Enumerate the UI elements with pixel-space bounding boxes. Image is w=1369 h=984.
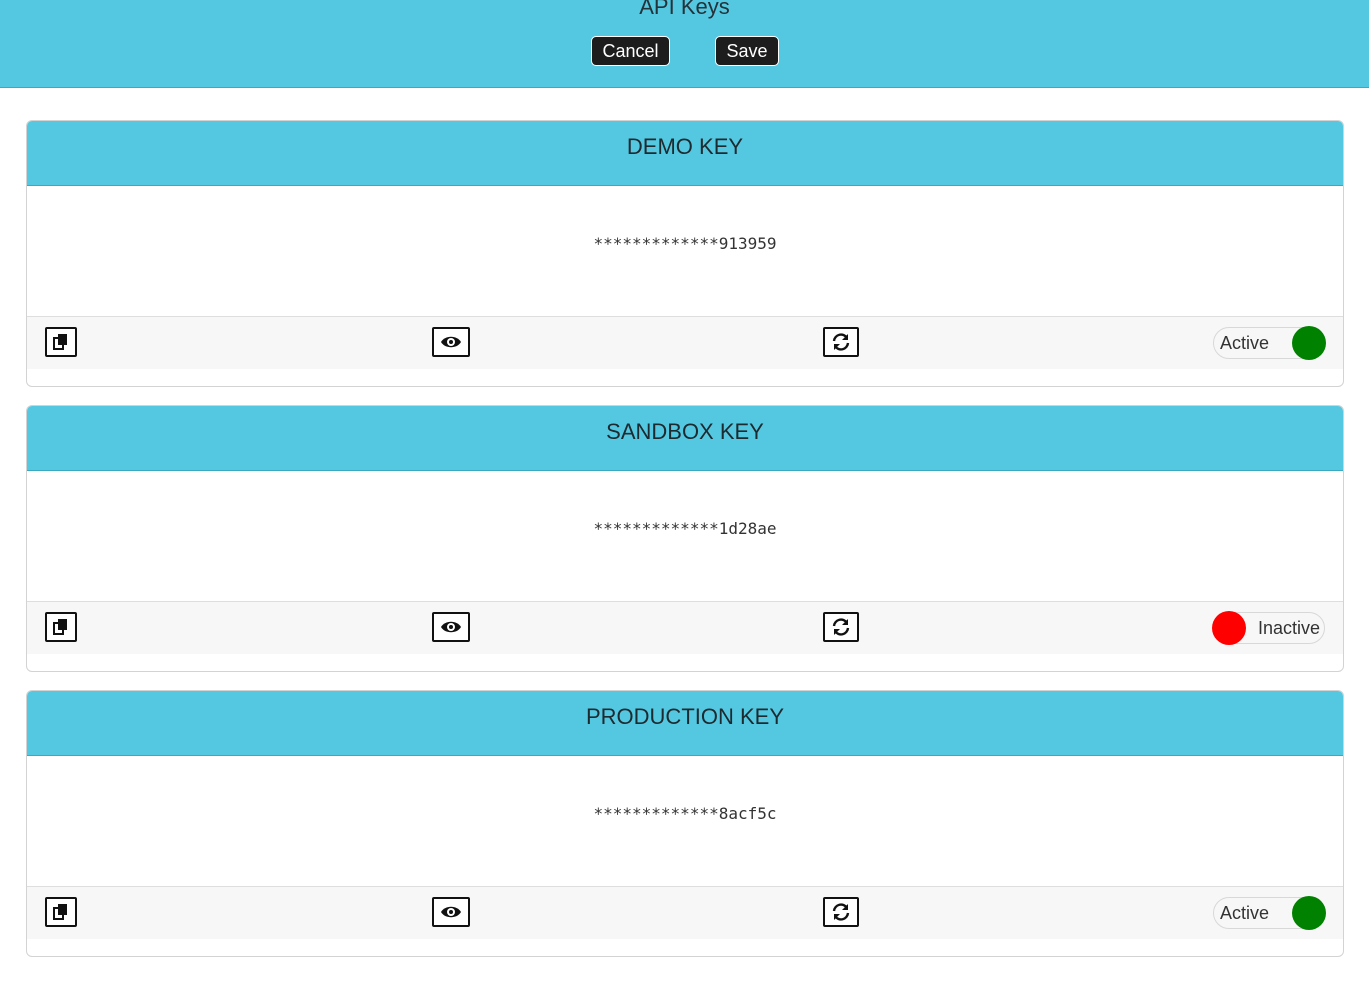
key-card-actions: Active xyxy=(27,887,1343,939)
eye-icon xyxy=(441,336,461,348)
copy-key-button[interactable] xyxy=(45,327,77,357)
regenerate-key-button[interactable] xyxy=(823,327,859,357)
key-card-body: *************8acf5c xyxy=(27,756,1343,887)
status-label: Inactive xyxy=(1257,618,1320,638)
api-key-card: DEMO KEY *************913959 Active xyxy=(26,120,1344,387)
refresh-icon xyxy=(832,903,850,921)
eye-icon xyxy=(441,906,461,918)
show-key-button[interactable] xyxy=(432,897,470,927)
refresh-icon xyxy=(832,618,850,636)
eye-icon xyxy=(441,621,461,633)
key-card-actions: Inactive xyxy=(27,602,1343,654)
page-title: API Keys xyxy=(639,0,730,19)
status-label: Active xyxy=(1220,333,1270,353)
api-key-card: SANDBOX KEY *************1d28ae Inactive xyxy=(26,405,1344,672)
copy-key-button[interactable] xyxy=(45,897,77,927)
status-toggle[interactable]: Inactive xyxy=(1212,611,1325,645)
key-card-title: PRODUCTION KEY xyxy=(27,691,1343,756)
cancel-button[interactable]: Cancel xyxy=(591,36,670,66)
key-card-body: *************913959 xyxy=(27,186,1343,317)
key-card-title: DEMO KEY xyxy=(27,121,1343,186)
copy-key-button[interactable] xyxy=(45,612,77,642)
regenerate-key-button[interactable] xyxy=(823,612,859,642)
save-button[interactable]: Save xyxy=(715,36,779,66)
top-bar: API Keys Cancel Save xyxy=(0,0,1369,88)
toggle-knob xyxy=(1292,896,1326,930)
show-key-button[interactable] xyxy=(432,327,470,357)
refresh-icon xyxy=(832,333,850,351)
status-toggle[interactable]: Active xyxy=(1213,896,1326,930)
status-label: Active xyxy=(1220,903,1270,923)
api-key-card: PRODUCTION KEY *************8acf5c Activ… xyxy=(26,690,1344,957)
masked-key-value: *************913959 xyxy=(593,234,777,253)
regenerate-key-button[interactable] xyxy=(823,897,859,927)
show-key-button[interactable] xyxy=(432,612,470,642)
masked-key-value: *************1d28ae xyxy=(593,519,777,538)
status-toggle[interactable]: Active xyxy=(1213,326,1326,360)
masked-key-value: *************8acf5c xyxy=(593,804,777,823)
key-card-actions: Active xyxy=(27,317,1343,369)
key-card-body: *************1d28ae xyxy=(27,471,1343,602)
toggle-knob xyxy=(1212,611,1246,645)
copy-icon xyxy=(53,334,67,350)
copy-icon xyxy=(53,904,67,920)
key-card-title: SANDBOX KEY xyxy=(27,406,1343,471)
toggle-knob xyxy=(1292,326,1326,360)
copy-icon xyxy=(53,619,67,635)
